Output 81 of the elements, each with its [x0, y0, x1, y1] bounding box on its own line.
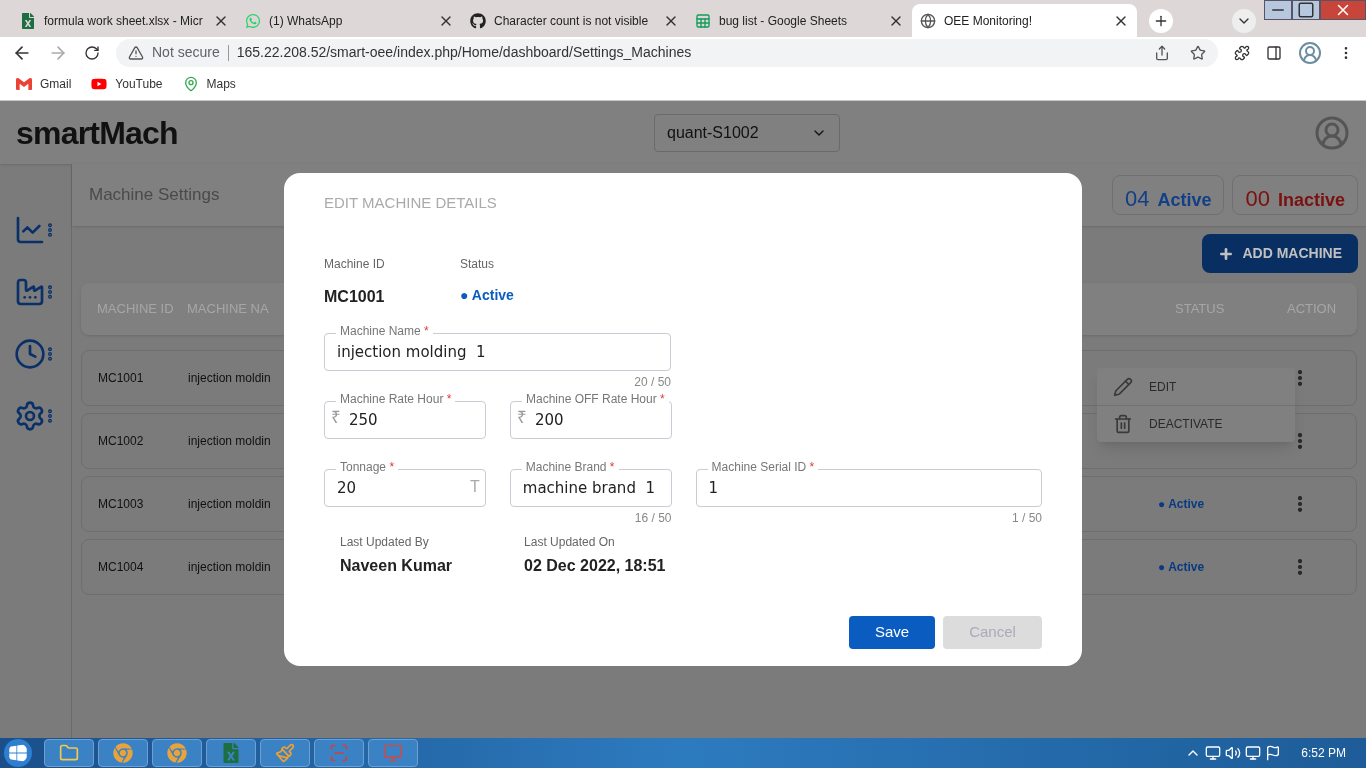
status-counter: 04 Active: [1111, 175, 1225, 215]
clock-icon[interactable]: [13, 338, 46, 370]
info-label: Last Updated On: [524, 533, 616, 551]
character-counter: 1 / 50: [1012, 509, 1042, 525]
maximize-icon[interactable]: [1292, 0, 1320, 20]
dialog-button[interactable]: Save: [849, 616, 935, 649]
status-text: ● Active: [1158, 496, 1205, 513]
status-text: ● Active: [1158, 559, 1205, 576]
plus-icon: [1218, 245, 1235, 262]
chat-icon: [245, 12, 261, 29]
bookmark-link[interactable]: Maps: [206, 75, 236, 93]
logo: smartMach: [16, 116, 178, 149]
flag-icon[interactable]: [1265, 745, 1282, 761]
warning-icon: [128, 44, 144, 61]
add-machine-button[interactable]: ADD MACHINE: [1202, 234, 1358, 273]
rupee-sign: ₹: [517, 408, 527, 426]
info-label: Status: [460, 255, 496, 273]
spreadsheet-icon: [20, 12, 36, 29]
spreadsheet-icon: [695, 12, 711, 29]
info-label: Last Updated By: [340, 533, 430, 551]
tab-title: OEE Monitoring!: [944, 12, 1034, 30]
table-cell-text: injection moldin: [188, 559, 271, 576]
monitor-icon[interactable]: [1205, 745, 1222, 761]
info-value: Naveen Kumar: [340, 555, 453, 576]
minimize-icon[interactable]: [1264, 0, 1292, 20]
field-label: Tonnage *: [336, 460, 399, 473]
trash-icon: [1113, 414, 1133, 434]
tab-title: (1) WhatsApp: [269, 12, 344, 30]
character-counter: 20 / 50: [634, 373, 671, 389]
field-label: Machine Rate Hour *: [336, 392, 456, 405]
tab-title: Character count is not visible: [494, 12, 650, 30]
map-pin-icon: [182, 76, 199, 92]
bookmark-link[interactable]: Gmail: [40, 75, 72, 93]
field-label: Machine OFF Rate Hour *: [522, 392, 669, 405]
plant-dropdown[interactable]: quant-S1002: [654, 113, 840, 152]
machine-id: MC1001: [324, 286, 386, 307]
url-text: 165.22.208.52/smart-oee/index.php/Home/dashboard/Settings_Machines: [236, 43, 693, 62]
reload-icon[interactable]: [84, 44, 100, 61]
table-cell-text: injection moldin: [188, 496, 271, 513]
menu-item[interactable]: EDIT: [1097, 368, 1295, 405]
puzzle-icon[interactable]: [1234, 44, 1250, 61]
info-value: 02 Dec 2022, 18:51: [524, 555, 666, 576]
status-text: ● Active: [460, 285, 514, 305]
play-icon: [91, 76, 108, 92]
speaker-icon[interactable]: [1225, 745, 1242, 761]
tab-title: bug list - Google Sheets: [719, 12, 849, 30]
character-counter: 16 / 50: [634, 509, 672, 525]
rupee-sign: ₹: [331, 408, 341, 426]
status-counter: 00 Inactive: [1232, 175, 1358, 215]
tab-title: formula work sheet.xlsx - Micr: [44, 12, 204, 30]
table-cell-text: injection moldin: [188, 433, 271, 450]
address-bar[interactable]: Not secure 165.22.208.52/smart-oee/index.php/Home/dashboard/Settings_Machines: [116, 38, 1218, 67]
avatar-icon[interactable]: [1298, 40, 1322, 65]
menu-item[interactable]: DEACTIVATE: [1097, 405, 1295, 442]
mail-icon: [16, 76, 32, 92]
security-label: Not secure: [152, 43, 220, 62]
new-tab-icon[interactable]: [1149, 8, 1173, 33]
field-label: Machine Brand *: [521, 460, 619, 473]
cat-icon: [470, 12, 486, 29]
clock: 6:52 PM: [1300, 745, 1347, 762]
close-icon[interactable]: [1320, 0, 1366, 20]
chevron-icon[interactable]: [1232, 8, 1256, 33]
dialog-title: EDIT MACHINE DETAILS: [324, 193, 498, 213]
star-icon[interactable]: [1190, 44, 1206, 61]
browser-tab[interactable]: OEE Monitoring!: [912, 4, 1137, 37]
folder-icon[interactable]: [59, 743, 79, 763]
field-label: Machine Name *: [336, 324, 433, 337]
table-cell-text: injection moldin: [188, 370, 271, 387]
side-panel-icon[interactable]: [1266, 44, 1282, 61]
field-label: Machine Serial ID *: [707, 460, 819, 473]
start-icon[interactable]: [4, 739, 32, 767]
table-cell: MC1003: [98, 497, 144, 511]
table-cell: MC1002: [98, 434, 144, 448]
table-cell: MC1004: [98, 560, 144, 574]
pencil-icon: [1113, 376, 1133, 397]
table-cell: MC1001: [98, 371, 144, 385]
share-icon[interactable]: [1154, 44, 1170, 61]
info-label: Machine ID: [324, 255, 386, 273]
globe-icon: [920, 12, 936, 29]
bookmark-link[interactable]: YouTube: [115, 75, 163, 93]
unit-label: T: [470, 478, 480, 495]
